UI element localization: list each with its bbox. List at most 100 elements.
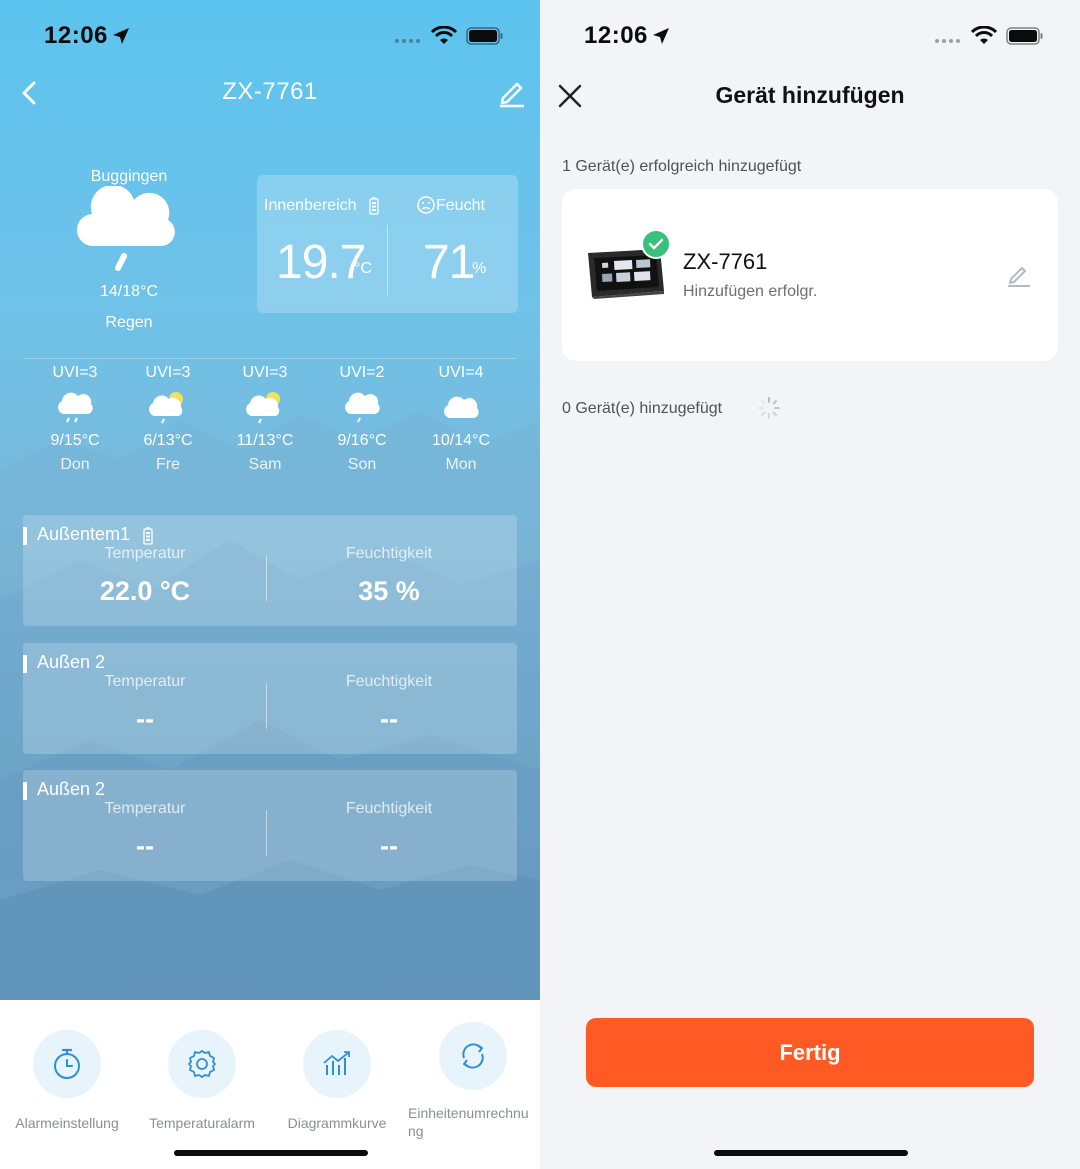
forecast-day: UVI=3 11/13°C Sam (215, 362, 315, 474)
sensor-humidity-value: -- (380, 831, 398, 861)
sensor-name: Außen 2 (37, 779, 106, 799)
indoor-divider (387, 225, 388, 295)
device-nav-bar: ZX-7761 (0, 72, 540, 112)
forecast-temp: 10/14°C (432, 432, 490, 449)
battery-icon (143, 527, 153, 545)
status-bar: 12:06 (0, 18, 540, 54)
sensor-humidity-label: Feuchtigkeit (345, 545, 433, 562)
signal-dots-icon (395, 39, 420, 43)
home-indicator[interactable] (174, 1150, 368, 1156)
wifi-icon (971, 26, 997, 44)
forecast-uvi: UVI=3 (242, 364, 288, 381)
edit-name-button[interactable] (1006, 261, 1032, 287)
forecast-weekday: Son (347, 456, 377, 473)
indoor-humidity-unit: % (472, 260, 487, 277)
forecast-day: UVI=4 10/14°C Mon (411, 362, 511, 474)
status-time: 12:06 (44, 22, 108, 49)
forecast-day: UVI=2 9/16°C Son (312, 362, 412, 474)
status-time: 12:06 (584, 22, 648, 49)
humidity-face-icon (417, 196, 435, 214)
home-indicator[interactable] (714, 1150, 908, 1156)
device-status: Hinzufügen erfolgr. (683, 283, 818, 300)
done-button[interactable]: Fertig (586, 1018, 1034, 1087)
location-arrow-icon (653, 28, 669, 44)
location-arrow-icon (113, 28, 129, 44)
sensor-temp-label: Temperatur (104, 800, 186, 817)
chart-icon (303, 1030, 371, 1098)
sensor-temp-label: Temperatur (104, 673, 186, 690)
sensor-card[interactable]: Außen 2 Temperatur -- Feuchtigkeit -- (23, 643, 517, 754)
device-name: ZX-7761 (683, 249, 768, 274)
forecast-weekday: Fre (156, 456, 180, 473)
forecast-temp: 9/16°C (337, 432, 387, 449)
chart-curve-button[interactable]: Diagrammkurve (270, 1030, 404, 1132)
weather-temp-range: 14/18°C (100, 283, 158, 300)
battery-icon (369, 197, 379, 215)
sensor-humidity-value: -- (380, 704, 398, 734)
tool-label: Alarmeinstellung (15, 1115, 119, 1131)
loading-spinner-icon (758, 397, 780, 419)
sensor-temp-label: Temperatur (104, 545, 186, 562)
forecast-weekday: Mon (445, 456, 477, 473)
sensor-temp-column: Temperatur -- (23, 800, 267, 862)
tool-label: Diagrammkurve (287, 1115, 387, 1131)
timer-icon (33, 1030, 101, 1098)
cloud-icon (411, 386, 511, 430)
success-check-icon (641, 229, 671, 259)
wifi-icon (431, 26, 457, 44)
sensor-card[interactable]: Außentem1 Temperatur 22.0 °C Feuchtigkei… (23, 515, 517, 626)
forecast-temp: 9/15°C (50, 432, 100, 449)
forecast-uvi: UVI=2 (339, 364, 385, 381)
status-bar: 12:06 (540, 18, 1080, 54)
forecast-temp: 11/13°C (236, 432, 294, 449)
sensor-temp-value: -- (136, 831, 154, 861)
sensor-humidity-column: Feuchtigkeit -- (267, 673, 511, 735)
sun-rain-cloud-icon (215, 386, 315, 430)
weather-condition: Regen (105, 314, 153, 331)
sensor-marker (23, 655, 27, 673)
sensor-humidity-label: Feuchtigkeit (345, 800, 433, 817)
sensor-humidity-column: Feuchtigkeit 35 % (267, 545, 511, 607)
sensor-humidity-column: Feuchtigkeit -- (267, 800, 511, 862)
tool-label: Temperaturalarm (149, 1115, 255, 1131)
forecast-weekday: Sam (248, 456, 282, 473)
alarm-settings-button[interactable]: Alarmeinstellung (0, 1030, 134, 1132)
forecast-uvi: UVI=3 (52, 364, 98, 381)
temperature-alarm-button[interactable]: Temperaturalarm (135, 1030, 269, 1132)
page-title: Gerät hinzufügen (715, 82, 905, 108)
sensor-card[interactable]: Außen 2 Temperatur -- Feuchtigkeit -- (23, 770, 517, 881)
forecast-day: UVI=3 6/13°C Fre (118, 362, 218, 474)
device-title: ZX-7761 (222, 78, 318, 105)
forecast-uvi: UVI=3 (145, 364, 191, 381)
indoor-temp-unit: °C (354, 260, 372, 277)
sensor-temp-column: Temperatur 22.0 °C (23, 545, 267, 607)
sensor-temp-column: Temperatur -- (23, 673, 267, 735)
forecast-uvi: UVI=4 (438, 364, 484, 381)
battery-icon (1006, 27, 1043, 45)
sensor-name: Außen 2 (37, 652, 106, 672)
unit-conversion-button[interactable]: Einheitenumrechnu ng (406, 1022, 540, 1140)
signal-dots-icon (935, 39, 960, 43)
rain-cloud-icon (25, 386, 125, 430)
tool-label: Einheitenumrechnu ng (408, 1105, 529, 1139)
added-device-card[interactable]: ZX-7761 Hinzufügen erfolgr. (562, 189, 1058, 361)
success-count-text: 1 Gerät(e) erfolgreich hinzugefügt (562, 158, 802, 175)
divider (24, 358, 516, 359)
sensor-name: Außentem1 (37, 524, 131, 544)
sensor-temp-value: -- (136, 704, 154, 734)
weather-background: 12:06 ZX-7761 Buggingen 14/18°C Regen In… (0, 0, 540, 1000)
battery-icon (466, 27, 503, 45)
indoor-label: Innenbereich (264, 197, 357, 214)
indoor-humidity: 71 (423, 236, 475, 289)
light-rain-cloud-icon (312, 386, 412, 430)
rain-cloud-icon (77, 186, 175, 271)
device-detail-screen: 12:06 ZX-7761 Buggingen 14/18°C Regen In… (0, 0, 540, 1169)
sun-rain-cloud-icon (118, 386, 218, 430)
indoor-panel: Innenbereich Feucht 19.7 °C 71 % (257, 175, 518, 313)
sensor-temp-value: 22.0 °C (99, 576, 191, 606)
sensor-marker (23, 527, 27, 545)
edit-device-button[interactable] (497, 76, 527, 108)
indoor-temp: 19.7 (276, 236, 366, 289)
forecast-day: UVI=3 9/15°C Don (25, 362, 125, 474)
sensor-marker (23, 782, 27, 800)
